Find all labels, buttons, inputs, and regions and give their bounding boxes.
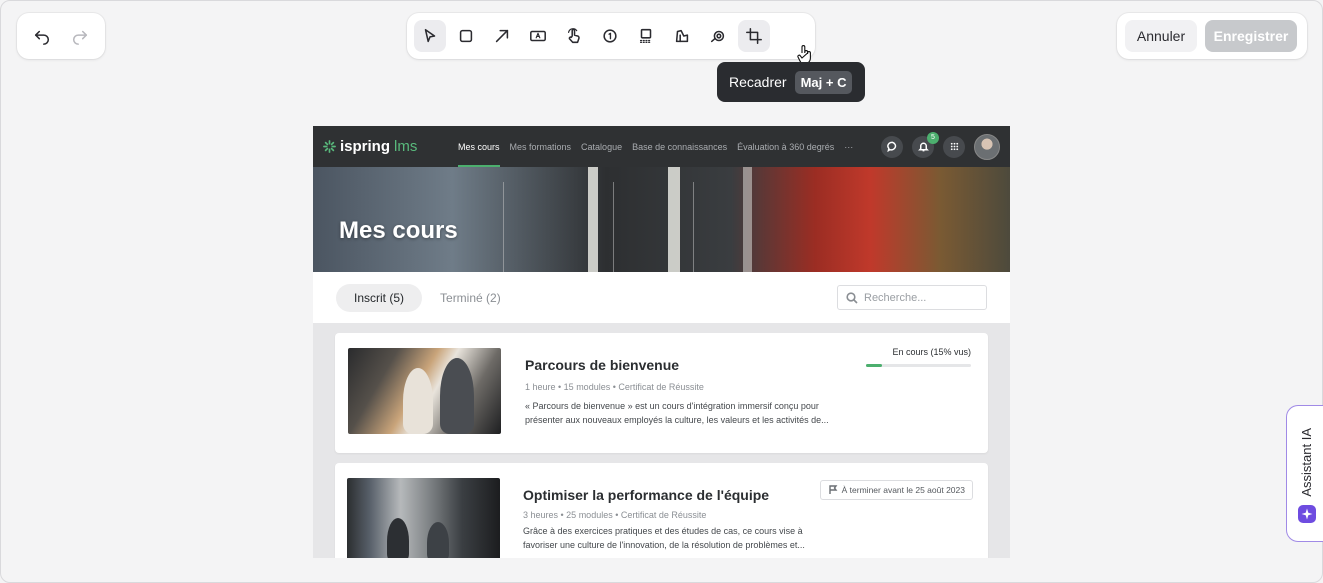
nav-item-mes-formations[interactable]: Mes formations bbox=[510, 126, 572, 167]
lms-nav-menu: Mes cours Mes formations Catalogue Base … bbox=[458, 126, 853, 167]
step-number-tool-button[interactable] bbox=[594, 20, 626, 52]
chat-button[interactable] bbox=[881, 135, 903, 158]
bell-icon bbox=[917, 142, 929, 152]
lms-nav-actions: 5 bbox=[881, 131, 1000, 160]
magnify-tool-button[interactable] bbox=[702, 20, 734, 52]
redo-button[interactable] bbox=[64, 20, 96, 52]
course-meta: 3 heures • 25 modules • Certificat de Ré… bbox=[523, 510, 707, 520]
course-tabs: Inscrit (5) Terminé (2) Recherche... bbox=[313, 272, 1010, 323]
course-title[interactable]: Parcours de bienvenue bbox=[525, 357, 679, 373]
apps-button[interactable] bbox=[943, 135, 965, 158]
click-tool-button[interactable] bbox=[558, 20, 590, 52]
crop-tooltip: Recadrer Maj + C bbox=[717, 62, 865, 102]
redo-icon bbox=[72, 30, 88, 45]
history-toolbar bbox=[17, 13, 105, 59]
course-card[interactable]: Optimiser la performance de l'équipe 3 h… bbox=[335, 463, 988, 558]
undo-button[interactable] bbox=[26, 20, 58, 52]
building-pillar bbox=[588, 167, 598, 272]
person-figure bbox=[440, 358, 474, 434]
person-figure bbox=[387, 518, 409, 558]
course-title[interactable]: Optimiser la performance de l'équipe bbox=[523, 487, 769, 503]
select-tool-button[interactable] bbox=[414, 20, 446, 52]
undo-icon bbox=[34, 30, 50, 45]
course-progress-bar bbox=[866, 364, 971, 367]
course-progress-fill bbox=[866, 364, 882, 367]
building-pillar bbox=[668, 167, 680, 272]
building-window bbox=[693, 182, 738, 272]
deadline-text: À terminer avant le 25 août 2023 bbox=[841, 485, 965, 495]
notification-badge: 5 bbox=[927, 131, 939, 144]
course-thumbnail bbox=[348, 348, 501, 434]
sparkle-icon bbox=[1297, 505, 1316, 523]
cancel-button[interactable]: Annuler bbox=[1125, 20, 1197, 52]
annotation-toolbar bbox=[407, 13, 815, 59]
notifications-button[interactable]: 5 bbox=[912, 131, 939, 158]
course-thumbnail bbox=[347, 478, 500, 558]
cursor-arrow-icon bbox=[424, 28, 436, 43]
search-icon bbox=[846, 291, 858, 304]
course-meta: 1 heure • 15 modules • Certificat de Réu… bbox=[525, 382, 704, 392]
building-pillar bbox=[743, 167, 752, 272]
square-icon bbox=[459, 29, 473, 43]
search-placeholder: Recherche... bbox=[864, 291, 927, 304]
assistant-label: Assistant IA bbox=[1299, 428, 1314, 497]
user-avatar[interactable] bbox=[974, 133, 1000, 160]
nav-more[interactable]: ··· bbox=[844, 126, 853, 167]
grid-apps-icon bbox=[950, 142, 958, 151]
crop-tool-button[interactable] bbox=[738, 20, 770, 52]
action-toolbar: Annuler Enregistrer bbox=[1117, 13, 1307, 59]
lms-top-nav: ispring lms Mes cours Mes formations Cat… bbox=[313, 126, 1010, 167]
tab-termine[interactable]: Terminé (2) bbox=[422, 284, 519, 312]
text-tool-button[interactable] bbox=[522, 20, 554, 52]
screenshot-preview[interactable]: ispring lms Mes cours Mes formations Cat… bbox=[313, 126, 1010, 558]
course-description: Grâce à des exercices pratiques et des é… bbox=[523, 526, 805, 550]
text-box-icon bbox=[530, 30, 546, 42]
course-card[interactable]: Parcours de bienvenue 1 heure • 15 modul… bbox=[335, 333, 988, 453]
person-figure bbox=[403, 368, 433, 434]
blur-tool-button[interactable] bbox=[630, 20, 662, 52]
logo-product: lms bbox=[394, 138, 418, 155]
hero-banner: Mes cours bbox=[313, 167, 1010, 272]
page-title: Mes cours bbox=[339, 217, 458, 244]
arrow-up-right-icon bbox=[495, 29, 509, 43]
nav-item-base-connaissances[interactable]: Base de connaissances bbox=[632, 126, 727, 167]
hand-pointer-icon bbox=[568, 28, 580, 44]
tab-inscrit[interactable]: Inscrit (5) bbox=[336, 283, 423, 312]
building-window bbox=[503, 182, 583, 272]
blur-grid-icon bbox=[639, 28, 652, 43]
marker-icon bbox=[675, 29, 689, 43]
logo-brand: ispring bbox=[340, 138, 391, 155]
tooltip-label: Recadrer bbox=[729, 74, 787, 90]
arrow-tool-button[interactable] bbox=[486, 20, 518, 52]
course-description: « Parcours de bienvenue » est un cours d… bbox=[525, 401, 829, 425]
save-button[interactable]: Enregistrer bbox=[1205, 20, 1297, 52]
building-window bbox=[613, 182, 663, 272]
ai-assistant-tab[interactable]: Assistant IA bbox=[1286, 405, 1323, 542]
course-deadline-badge: À terminer avant le 25 août 2023 bbox=[819, 480, 973, 500]
person-figure bbox=[427, 522, 449, 558]
search-input[interactable]: Recherche... bbox=[837, 285, 987, 310]
nav-item-catalogue[interactable]: Catalogue bbox=[581, 126, 622, 167]
rectangle-tool-button[interactable] bbox=[450, 20, 482, 52]
tooltip-shortcut: Maj + C bbox=[794, 70, 853, 94]
lms-logo: ispring lms bbox=[323, 138, 458, 155]
course-status: En cours (15% vus) bbox=[892, 347, 971, 357]
flag-icon bbox=[828, 485, 838, 494]
magnifier-icon bbox=[710, 30, 725, 43]
crop-icon bbox=[746, 28, 762, 44]
number-circle-icon bbox=[603, 29, 617, 43]
spring-logo-icon bbox=[323, 140, 336, 153]
chat-bubble-icon bbox=[886, 141, 896, 152]
highlight-tool-button[interactable] bbox=[666, 20, 698, 52]
nav-item-mes-cours[interactable]: Mes cours bbox=[458, 126, 500, 167]
nav-item-evaluation-360[interactable]: Évaluation à 360 degrés bbox=[737, 126, 834, 167]
